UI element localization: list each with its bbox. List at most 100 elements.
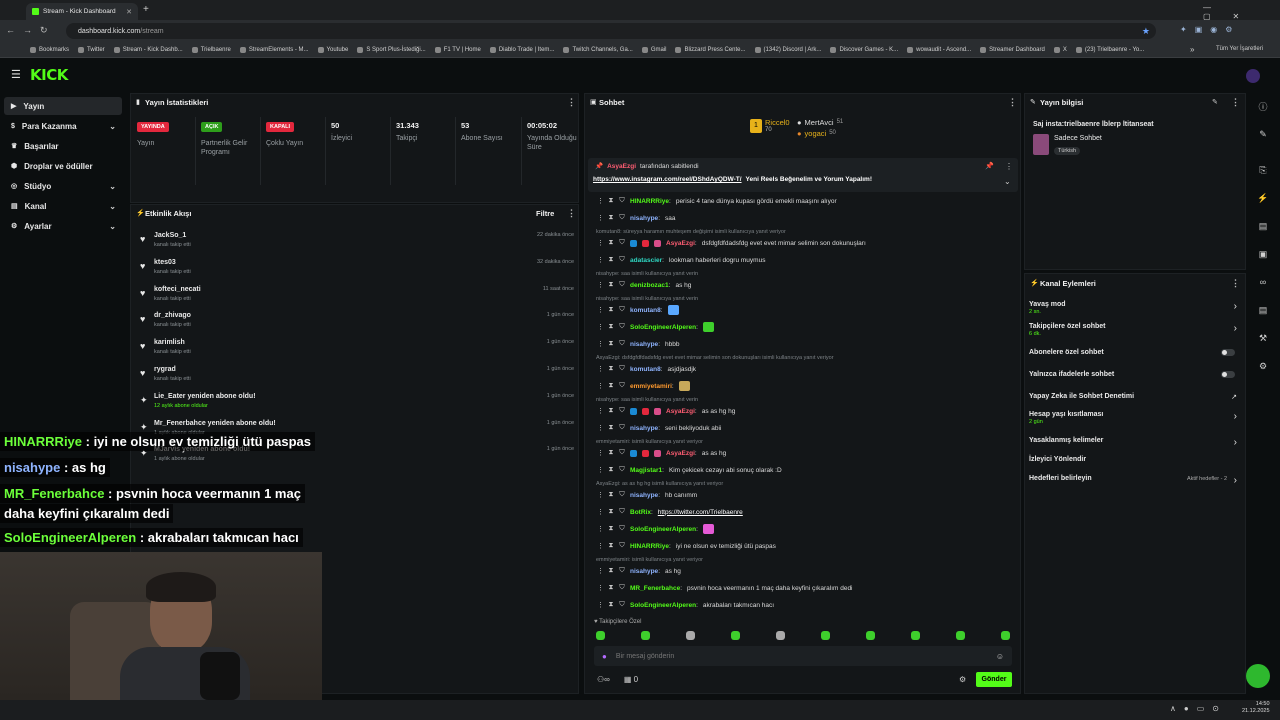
sidebar-tool-icon[interactable]: ⎘	[1252, 159, 1274, 181]
shield-icon[interactable]: ⛉	[619, 256, 625, 264]
stream-info-menu-icon[interactable]: ⋮	[1231, 97, 1240, 108]
chat-username[interactable]: HINARRRiye	[630, 543, 669, 550]
chat-tools[interactable]: ⚇∞ ▦ 0	[597, 675, 638, 684]
chat-username[interactable]: SoloEngineerAlperen	[630, 602, 696, 609]
hourglass-icon[interactable]: ⧗	[608, 449, 614, 457]
hourglass-icon[interactable]: ⧗	[608, 365, 614, 373]
channel-action-hedefleri-belirleyin[interactable]: Hedefleri belirleyin › Aktif hedefler - 2	[1029, 475, 1241, 486]
emote-icon[interactable]	[1001, 631, 1010, 640]
pinned-menu-icon[interactable]: ⋮	[1005, 162, 1013, 171]
hourglass-icon[interactable]: ⧗	[608, 382, 614, 390]
bookmark-item[interactable]: X	[1053, 46, 1067, 53]
hourglass-icon[interactable]: ⧗	[608, 323, 614, 331]
drag-handle-icon[interactable]: ⋮	[597, 424, 604, 432]
sidebar-item-droplar-ve-ödüller[interactable]: ⬢ Droplar ve ödüller	[4, 157, 122, 175]
chat-message[interactable]: ⋮ ⧗ ⛉ emmiyetamiri:	[597, 380, 1007, 392]
chat-message[interactable]: ⋮ ⧗ ⛉ nisahype: saa	[597, 212, 1007, 224]
external-link-icon[interactable]: ↗	[1231, 393, 1237, 401]
users-icon[interactable]: ⚇∞	[597, 675, 610, 684]
hourglass-icon[interactable]: ⧗	[608, 340, 614, 348]
hourglass-icon[interactable]: ⧗	[608, 491, 614, 499]
drag-handle-icon[interactable]: ⋮	[597, 239, 604, 247]
drag-handle-icon[interactable]: ⋮	[597, 584, 604, 592]
bookmark-item[interactable]: Discover Games - K...	[830, 46, 898, 53]
chat-message[interactable]: ⋮ ⧗ ⛉ nisahype: hb canımm	[597, 489, 1007, 501]
channel-action-yapay-zeka-ile-sohbet-denetimi[interactable]: Yapay Zeka ile Sohbet Denetimi ↗	[1029, 393, 1241, 401]
shield-icon[interactable]: ⛉	[619, 567, 625, 575]
mic-icon[interactable]: ●	[602, 652, 607, 661]
hourglass-icon[interactable]: ⧗	[608, 567, 614, 575]
chat-username[interactable]: SoloEngineerAlperen	[630, 324, 696, 331]
drag-handle-icon[interactable]: ⋮	[597, 449, 604, 457]
chat-message[interactable]: ⋮ ⧗ ⛉ BotRix: https://twitter.com/Trielbaenr…	[597, 506, 1007, 518]
drag-handle-icon[interactable]: ⋮	[597, 491, 604, 499]
bookmark-item[interactable]: Twitter	[78, 46, 105, 53]
sidebar-item-ayarlar[interactable]: ⚙ Ayarlar ⌄	[4, 217, 122, 235]
bookmark-item[interactable]: (1342) Discord | Ark...	[754, 46, 821, 53]
shield-icon[interactable]: ⛉	[619, 491, 625, 499]
unpin-icon[interactable]: 📌	[985, 162, 994, 170]
chat-message[interactable]: ⋮ ⧗ ⛉ nisahype: as hg	[597, 565, 1007, 577]
drag-handle-icon[interactable]: ⋮	[597, 466, 604, 474]
chat-username[interactable]: nisahype	[630, 215, 658, 222]
chat-message[interactable]: ⋮ ⧗ ⛉ HINARRRiye: iyi ne olsun ev temizliği …	[597, 540, 1007, 552]
drag-handle-icon[interactable]: ⋮	[597, 567, 604, 575]
toggle-switch[interactable]	[1221, 371, 1235, 378]
channel-action-yavaş-mod[interactable]: Yavaş mod 2 sn. ›	[1029, 301, 1241, 315]
pinned-link[interactable]: https://www.instagram.com/reel/DShdAyQDW…	[593, 176, 742, 183]
chat-username[interactable]: adatascier	[630, 257, 662, 264]
drag-handle-icon[interactable]: ⋮	[597, 508, 604, 516]
shield-icon[interactable]: ⛉	[619, 214, 625, 222]
chat-username[interactable]: emmiyetamiri	[630, 383, 672, 390]
chat-message[interactable]: ⋮ ⧗ ⛉ nisahype: hbbb	[597, 338, 1007, 350]
shield-icon[interactable]: ⛉	[619, 239, 625, 247]
chat-username[interactable]: AsyaEzgi	[666, 408, 695, 415]
chat-username[interactable]: nisahype	[630, 425, 658, 432]
drag-handle-icon[interactable]: ⋮	[597, 601, 604, 609]
drag-handle-icon[interactable]: ⋮	[597, 197, 604, 205]
hourglass-icon[interactable]: ⧗	[608, 424, 614, 432]
bookmark-item[interactable]: Blizzard Press Cente...	[675, 46, 746, 53]
bookmark-item[interactable]: Stream - Kick Dashb...	[113, 46, 183, 53]
shield-icon[interactable]: ⛉	[619, 424, 625, 432]
drag-handle-icon[interactable]: ⋮	[597, 407, 604, 415]
chat-message[interactable]: ⋮ ⧗ ⛉ Magjistar1: Kim çekicek cezayı abi son…	[597, 464, 1007, 476]
shield-icon[interactable]: ⛉	[619, 508, 625, 516]
sidebar-tool-icon[interactable]: ⚙	[1252, 355, 1274, 377]
chat-message[interactable]: ⋮ ⧗ ⛉ nisahype: seni bekliyoduk abii	[597, 422, 1007, 434]
sidebar-tool-icon[interactable]: ▤	[1252, 215, 1274, 237]
emoji-icon[interactable]: ☺	[996, 652, 1004, 661]
send-button[interactable]: Gönder	[976, 672, 1012, 687]
chevron-right-icon[interactable]: ›	[1234, 301, 1237, 312]
chat-username[interactable]: nisahype	[630, 341, 658, 348]
shield-icon[interactable]: ⛉	[619, 197, 625, 205]
activity-menu-icon[interactable]: ⋮	[567, 208, 576, 219]
hourglass-icon[interactable]: ⧗	[608, 197, 614, 205]
emote-icon[interactable]	[686, 631, 695, 640]
bookmarks-more-icon[interactable]: »	[1190, 45, 1194, 54]
drag-handle-icon[interactable]: ⋮	[597, 256, 604, 264]
stats-menu-icon[interactable]: ⋮	[567, 97, 576, 108]
hourglass-icon[interactable]: ⧗	[608, 525, 614, 533]
shield-icon[interactable]: ⛉	[619, 601, 625, 609]
chevron-right-icon[interactable]: ›	[1234, 323, 1237, 334]
emote-icon[interactable]	[956, 631, 965, 640]
drag-handle-icon[interactable]: ⋮	[597, 525, 604, 533]
chat-input[interactable]: ● Bir mesaj gönderin ☺	[594, 646, 1012, 666]
sidebar-tool-icon[interactable]: ▤	[1252, 299, 1274, 321]
drag-handle-icon[interactable]: ⋮	[597, 323, 604, 331]
chat-username[interactable]: AsyaEzgi	[666, 450, 695, 457]
drag-handle-icon[interactable]: ⋮	[597, 542, 604, 550]
chevron-right-icon[interactable]: ›	[1234, 475, 1237, 486]
channel-action-hesap-yaşı-kısıtlaması[interactable]: Hesap yaşı kısıtlaması 2 gün ›	[1029, 411, 1241, 425]
chat-username[interactable]: BotRix	[630, 509, 651, 516]
tab-close-icon[interactable]: ✕	[126, 8, 132, 16]
hourglass-icon[interactable]: ⧗	[608, 466, 614, 474]
emote-icon[interactable]	[641, 631, 650, 640]
drag-handle-icon[interactable]: ⋮	[597, 214, 604, 222]
shield-icon[interactable]: ⛉	[619, 466, 625, 474]
chat-username[interactable]: komutan8	[630, 366, 661, 373]
sidebar-item-stüdyo[interactable]: ◎ Stüdyo ⌄	[4, 177, 122, 195]
chevron-down-icon[interactable]: ⌄	[109, 182, 116, 191]
channel-actions-menu-icon[interactable]: ⋮	[1231, 278, 1240, 289]
